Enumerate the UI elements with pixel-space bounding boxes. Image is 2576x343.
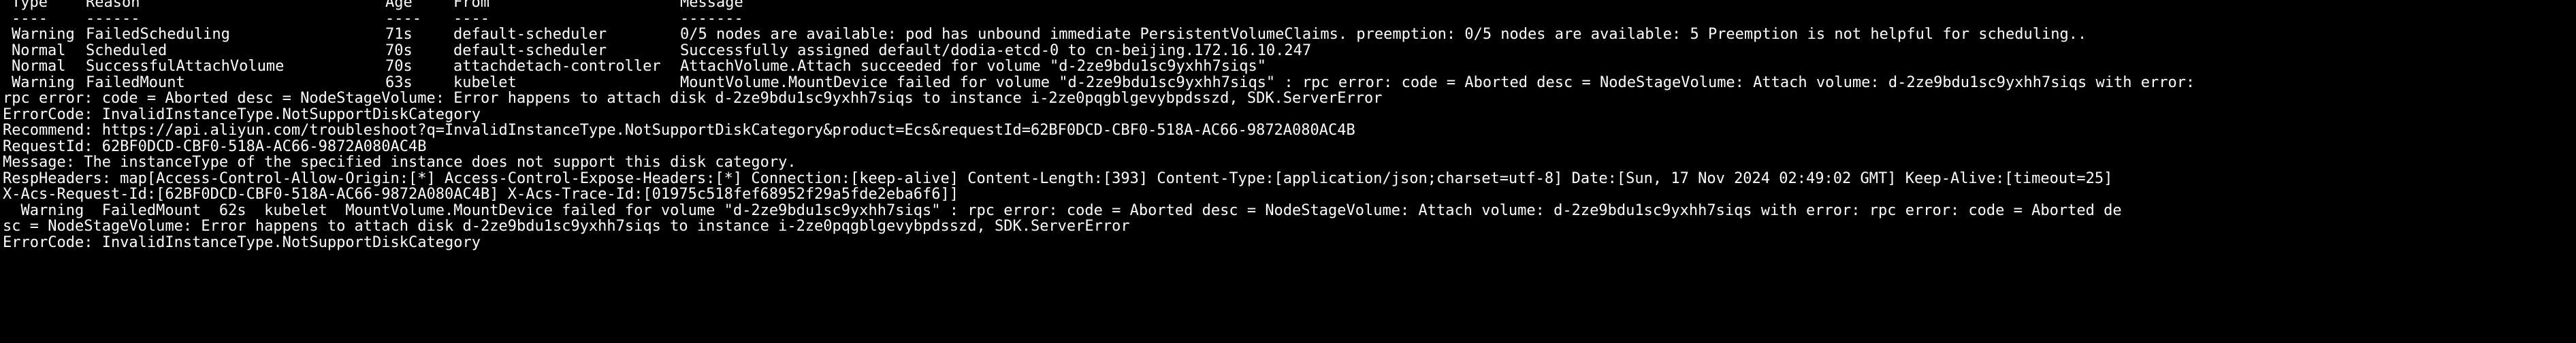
event-from: default-scheduler (453, 42, 607, 59)
underline-from: ---- (453, 10, 489, 27)
output-line: ErrorCode: InvalidInstanceType.NotSuppor… (3, 105, 481, 123)
event-row: Warning FailedMount 63s kubelet MountVol… (3, 74, 2576, 91)
event-age: 71s (385, 26, 413, 43)
event-message: AttachVolume.Attach succeeded for volume… (680, 58, 1266, 75)
event-reason: SuccessfulAttachVolume (86, 58, 285, 75)
event-age: 63s (385, 74, 413, 91)
underline-age: ---- (385, 10, 421, 27)
event-row: Normal SuccessfulAttachVolume 70s attach… (3, 59, 2576, 75)
output-line: X-Acs-Request-Id:[62BF0DCD-CBF0-518A-AC6… (3, 186, 959, 203)
output-line: Warning FailedMount 62s kubelet MountVol… (3, 201, 2122, 219)
event-from: kubelet (453, 74, 517, 91)
underline-reason: ------ (86, 10, 140, 27)
event-message: MountVolume.MountDevice failed for volum… (680, 74, 2195, 91)
event-reason: FailedMount (86, 74, 185, 91)
output-line: Recommend: https://api.aliyun.com/troubl… (3, 122, 1355, 139)
event-message: Successfully assigned default/dodia-etcd… (680, 42, 1312, 59)
event-message: 0/5 nodes are available: pod has unbound… (680, 26, 2087, 43)
events-header-underline: ---- ------ ---- ---- ------- (3, 10, 2576, 27)
output-line: ErrorCode: InvalidInstanceType.NotSuppor… (3, 233, 481, 251)
event-reason: Scheduled (86, 42, 167, 59)
output-line: Message: The instanceType of the specifi… (3, 154, 796, 171)
event-age: 70s (385, 58, 413, 75)
event-row: Normal Scheduled 70s default-scheduler S… (3, 42, 2576, 59)
output-line: rpc error: code = Aborted desc = NodeSta… (3, 90, 1383, 107)
header-from: From (453, 0, 489, 11)
output-line: RequestId: 62BF0DCD-CBF0-518A-AC66-9872A… (3, 137, 427, 155)
header-age: Age (385, 0, 413, 11)
event-from: default-scheduler (453, 26, 607, 43)
event-row: Warning FailedScheduling 71s default-sch… (3, 27, 2576, 43)
underline-message: ------- (680, 10, 743, 27)
events-header-row: Type Reason Age From Message (3, 0, 2576, 11)
event-reason: FailedScheduling (86, 26, 230, 43)
terminal-output: Type Reason Age From Message ---- ------… (3, 0, 2576, 250)
event-age: 70s (385, 42, 413, 59)
header-message: Message (680, 0, 743, 11)
header-reason: Reason (86, 0, 140, 11)
output-line: sc = NodeStageVolume: Error happens to a… (3, 218, 1130, 235)
output-line: RespHeaders: map[Access-Control-Allow-Or… (3, 169, 2113, 187)
event-from: attachdetach-controller (453, 58, 661, 75)
